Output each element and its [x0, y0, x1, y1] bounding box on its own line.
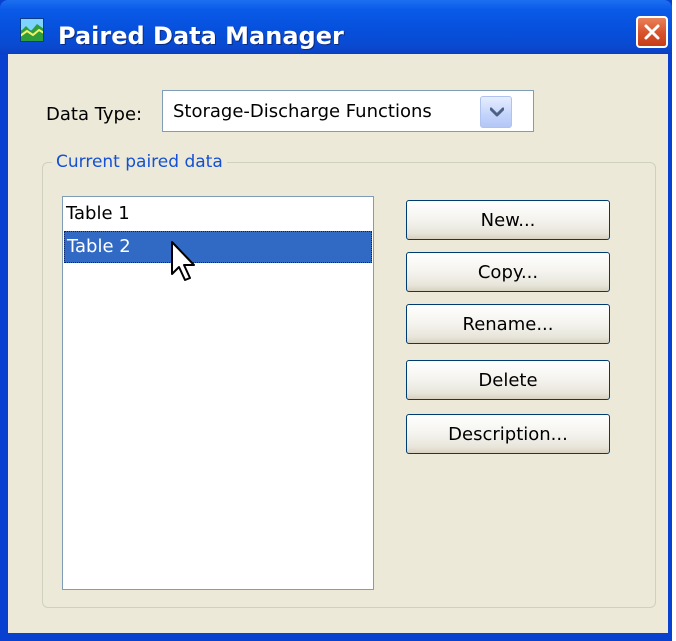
- new-button[interactable]: New...: [406, 200, 610, 240]
- data-type-label: Data Type:: [46, 104, 143, 125]
- paired-data-manager-window: Paired Data Manager Data Type: Storage-D…: [0, 0, 672, 641]
- list-item-table-2[interactable]: Table 2: [64, 231, 372, 263]
- current-paired-data-legend: Current paired data: [52, 152, 227, 172]
- list-item-table-1[interactable]: Table 1: [64, 199, 372, 231]
- data-type-dropdown-button[interactable]: [480, 96, 512, 128]
- close-button[interactable]: [636, 16, 668, 48]
- paired-data-list[interactable]: Table 1 Table 2: [62, 196, 374, 590]
- copy-button[interactable]: Copy...: [406, 252, 610, 292]
- mouse-pointer-icon: [171, 241, 195, 281]
- data-type-dropdown[interactable]: Storage-Discharge Functions: [162, 90, 534, 132]
- chevron-down-icon: [490, 107, 504, 117]
- paired-data-chart-icon: [19, 18, 45, 42]
- title-bar[interactable]: Paired Data Manager: [0, 0, 672, 54]
- dialog-body: Data Type: Storage-Discharge Functions C…: [8, 54, 668, 633]
- rename-button[interactable]: Rename...: [406, 304, 610, 344]
- window-title: Paired Data Manager: [58, 22, 344, 50]
- description-button[interactable]: Description...: [406, 414, 610, 454]
- delete-button[interactable]: Delete: [406, 360, 610, 400]
- close-icon: [644, 24, 660, 40]
- data-type-value: Storage-Discharge Functions: [173, 101, 432, 122]
